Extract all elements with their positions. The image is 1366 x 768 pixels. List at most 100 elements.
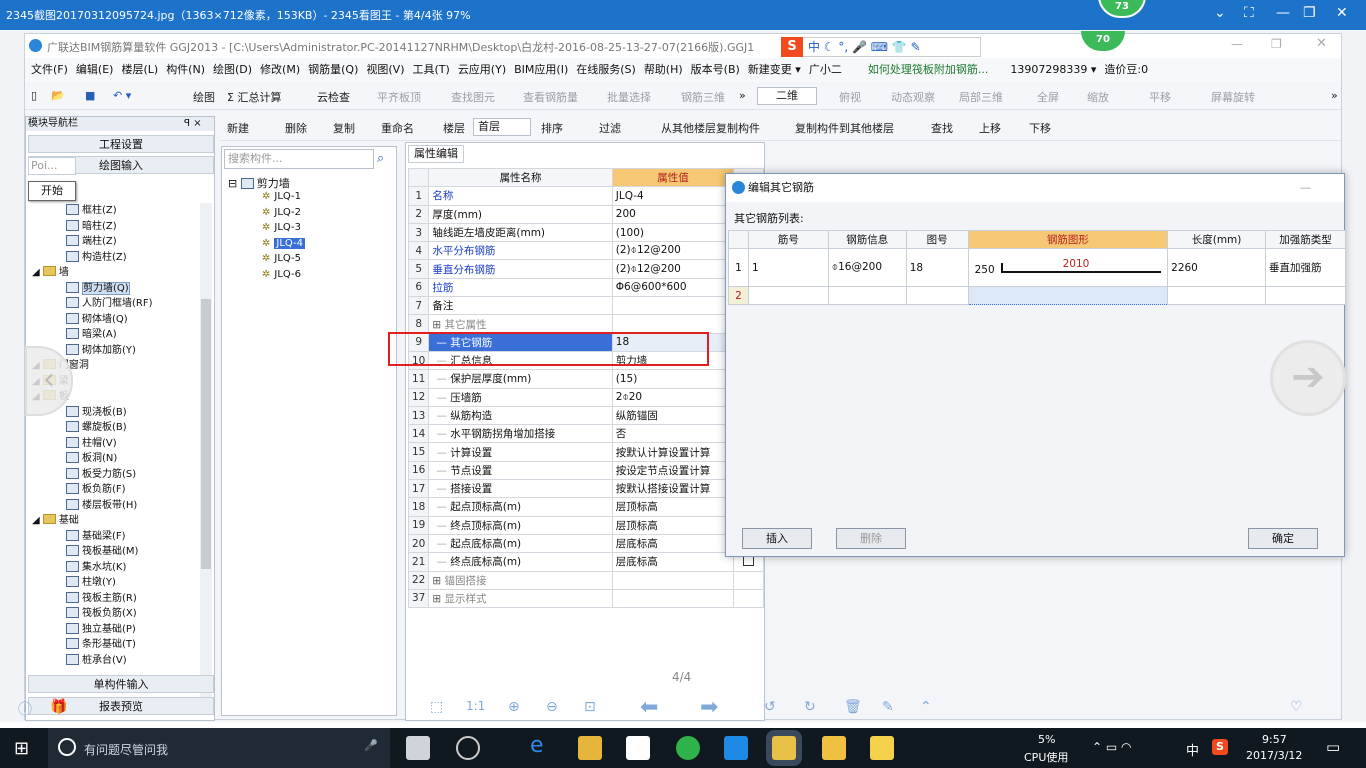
table-row[interactable]: 19— 终点顶标高(m) 层顶标高: [407, 515, 764, 535]
table-row[interactable]: 3 轴线距左墙皮距离(mm) (100): [407, 222, 764, 243]
cloud-check-button[interactable]: 云检查: [317, 89, 350, 105]
menu-new-change[interactable]: 新建变更 ▾: [744, 58, 805, 82]
property-value[interactable]: 按默认计算设置计算: [611, 442, 735, 462]
next-icon[interactable]: ➡: [700, 695, 718, 720]
table-row[interactable]: 17— 搭接设置 按默认搭接设置计算: [407, 479, 764, 499]
taskbar-app-green[interactable]: [676, 736, 700, 760]
fullscreen-button[interactable]: 全屏: [1037, 89, 1059, 105]
component-item[interactable]: ✲ JLQ-1: [262, 191, 301, 202]
menu-view[interactable]: 视图(V): [362, 58, 408, 82]
taskbar-app-help[interactable]: [870, 736, 894, 760]
new-file-icon[interactable]: ▯: [31, 89, 37, 102]
nav-item[interactable]: 人防门框墙(RF): [66, 296, 153, 312]
search-icon[interactable]: ⌕: [377, 151, 384, 166]
nav-item[interactable]: 暗梁(A): [66, 327, 117, 343]
menu-tools[interactable]: 工具(T): [409, 58, 454, 82]
property-value[interactable]: 层顶标高: [611, 497, 735, 517]
user-account[interactable]: 13907298339 ▾: [1006, 58, 1100, 82]
heart-icon[interactable]: ♡: [1290, 699, 1303, 715]
nav-item[interactable]: 框柱(Z): [66, 203, 117, 219]
menu-floor[interactable]: 楼层(L): [117, 58, 162, 82]
property-value[interactable]: 按设定节点设置计算: [611, 460, 735, 481]
ime-toolbar[interactable]: 中 ☾ °, 🎤 ⌨ 👕 ✎: [781, 37, 981, 57]
table-row[interactable]: 7 备注: [407, 296, 764, 316]
menu-online[interactable]: 在线服务(S): [572, 58, 640, 82]
menu-file[interactable]: 文件(F): [27, 58, 72, 82]
table-row[interactable]: 2: [728, 286, 1346, 305]
dialog-minimize-icon[interactable]: —: [1300, 174, 1311, 202]
crop-icon[interactable]: ⊡: [584, 699, 596, 715]
taskbar-viewer-icon[interactable]: [772, 736, 796, 760]
fullscreen-icon[interactable]: ⛶: [1244, 5, 1254, 21]
menu-component[interactable]: 构件(N): [162, 58, 209, 82]
local-3d-button[interactable]: 局部三维: [959, 89, 1003, 105]
property-value[interactable]: 否: [611, 424, 735, 444]
table-row[interactable]: 21— 终点底标高(m) 层底标高: [407, 552, 764, 572]
ok-button[interactable]: 确定: [1248, 528, 1318, 549]
table-row[interactable]: 2 厚度(mm) 200: [407, 204, 764, 224]
more-icon[interactable]: ⌃: [920, 699, 932, 715]
edit-icon[interactable]: ✎: [882, 699, 894, 715]
screen-rotate-button[interactable]: 屏幕旋转: [1211, 89, 1255, 105]
ratio-label[interactable]: 1:1: [466, 699, 485, 713]
property-value[interactable]: (15): [611, 369, 735, 389]
summary-calc-button[interactable]: Σ 汇总计算: [227, 89, 281, 105]
menu-rebar-qty[interactable]: 钢筋量(Q): [304, 58, 362, 82]
dynamic-observe-button[interactable]: 动态观察: [891, 89, 935, 105]
property-value[interactable]: 层底标高: [611, 533, 735, 554]
copy-button[interactable]: 复制: [333, 120, 355, 136]
table-row[interactable]: 1 名称 JLQ-4: [407, 186, 764, 206]
tray-icons[interactable]: ⌃ ▭ ◠: [1092, 740, 1132, 754]
nav-item[interactable]: 基础梁(F): [66, 529, 126, 545]
property-value[interactable]: Φ6@600*600: [611, 277, 735, 298]
taskbar-store-icon[interactable]: [626, 736, 650, 760]
nav-item[interactable]: 暗柱(Z): [66, 219, 117, 235]
prev-icon[interactable]: ⬅: [640, 695, 658, 720]
menu-modify[interactable]: 修改(M): [256, 58, 304, 82]
move-up-button[interactable]: 上移: [979, 120, 1001, 136]
ime-indicator[interactable]: 中: [1186, 740, 1199, 759]
component-tree-root[interactable]: ⊟ 剪力墙: [228, 175, 290, 191]
view-mode-select[interactable]: 二维: [757, 87, 817, 105]
top-view-button[interactable]: 俯视: [839, 89, 861, 105]
sort-button[interactable]: 排序: [541, 120, 563, 136]
save-icon[interactable]: ■: [85, 89, 95, 102]
nav-item[interactable]: 柱墩(Y): [66, 575, 116, 591]
sogou-tray-icon[interactable]: S: [1212, 739, 1228, 755]
nav-item[interactable]: 板受力筋(S): [66, 467, 136, 483]
copy-from-floor-button[interactable]: 从其他楼层复制构件: [661, 120, 760, 136]
align-slab-top-button[interactable]: 平齐板顶: [377, 89, 421, 105]
property-value[interactable]: [611, 588, 735, 609]
next-image-arrow[interactable]: ➔: [1270, 340, 1346, 416]
zoom-in-icon[interactable]: ⊕: [508, 699, 520, 715]
help-link[interactable]: 如何处理筏板附加钢筋...: [864, 58, 993, 82]
nav-item[interactable]: 板洞(N): [66, 451, 117, 467]
view-rebar-qty-button[interactable]: 查看钢筋量: [523, 89, 578, 105]
nav-folder[interactable]: ◢ 墙: [32, 265, 69, 281]
nav-item[interactable]: 柱帽(V): [66, 436, 117, 452]
taskbar-search[interactable]: 有问题尽管问我 🎤: [48, 728, 390, 768]
menu-version[interactable]: 版本号(B): [687, 58, 744, 82]
nav-item[interactable]: 独立基础(P): [66, 622, 136, 638]
nav-item[interactable]: 板负筋(F): [66, 482, 126, 498]
table-row[interactable]: 11— 保护层厚度(mm) (15): [407, 369, 764, 389]
gift-icon[interactable]: 🎁: [50, 699, 67, 715]
open-folder-icon[interactable]: 📂: [51, 89, 65, 102]
close-icon[interactable]: ✕: [1336, 5, 1348, 21]
menu-edit[interactable]: 编辑(E): [72, 58, 118, 82]
mic-icon[interactable]: 🎤: [364, 739, 378, 752]
menu-guangxiaoer[interactable]: 广小二: [805, 58, 846, 82]
start-button[interactable]: 开始: [28, 181, 76, 201]
insert-button[interactable]: 插入: [742, 528, 812, 549]
component-item[interactable]: ✲ JLQ-4: [262, 237, 306, 249]
find-button[interactable]: 查找: [931, 120, 953, 136]
table-row[interactable]: 4 水平分布钢筋 (2)⌽12@200: [407, 241, 764, 261]
property-value[interactable]: [611, 570, 735, 590]
delete-button[interactable]: 删除: [836, 528, 906, 549]
tab-single-component-input[interactable]: 单构件输入: [28, 675, 214, 693]
component-search-input[interactable]: 搜索构件...: [224, 149, 374, 169]
tab-property-edit[interactable]: 属性编辑: [408, 145, 464, 163]
property-value[interactable]: 200: [611, 204, 735, 224]
taskbar-app-pinwheel[interactable]: [406, 736, 430, 760]
move-down-button[interactable]: 下移: [1029, 120, 1051, 136]
